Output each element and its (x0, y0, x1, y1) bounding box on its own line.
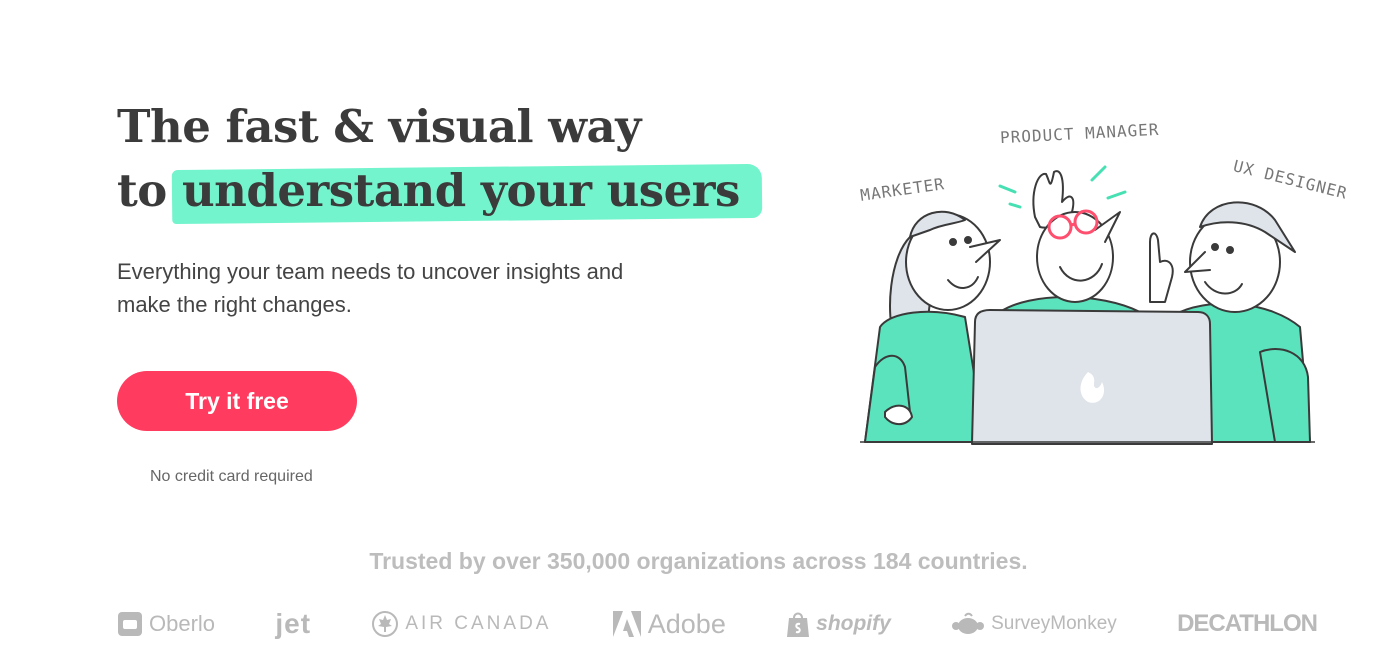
team-illustration: MARKETER PRODUCT MANAGER UX DESIGNER (850, 112, 1350, 452)
logo-adobe: Adobe (612, 609, 726, 640)
marketer-hand (884, 404, 913, 426)
designer-eye-2 (1226, 246, 1234, 254)
surveymonkey-icon (951, 612, 985, 636)
excite-line-4 (1106, 190, 1127, 200)
marketer-eye-1 (949, 238, 957, 246)
logo-surveymonkey: SurveyMonkey (951, 612, 1117, 636)
maple-leaf-icon (371, 610, 399, 638)
pm-glasses-bridge (1069, 222, 1077, 227)
no-credit-card-note: No credit card required (150, 468, 313, 485)
headline-line-2: to understand your users (117, 159, 797, 223)
logo-decathlon: DECATHLON (1177, 610, 1318, 638)
oberlo-icon (117, 611, 143, 637)
logo-shopify: shopify (786, 610, 891, 638)
surveymonkey-wordmark: SurveyMonkey (991, 613, 1117, 634)
shopify-bag-icon (786, 610, 810, 638)
logo-jet: jet (275, 608, 311, 640)
headline-line-1: The fast & visual way (117, 100, 641, 153)
marketer-eye-2 (964, 236, 972, 244)
adobe-wordmark: Adobe (647, 608, 726, 639)
hero-section: The fast & visual way to understand your… (117, 95, 797, 485)
air-canada-wordmark: AIR CANADA (405, 613, 552, 634)
landing-page: The fast & visual way to understand your… (0, 0, 1397, 663)
excite-line-3 (1090, 165, 1107, 182)
hero-headline: The fast & visual way to understand your… (117, 95, 797, 223)
shopify-wordmark: shopify (816, 612, 891, 635)
decathlon-wordmark: DECATHLON (1177, 610, 1318, 637)
excite-line-1 (998, 184, 1017, 194)
hero-subtitle: Everything your team needs to uncover in… (117, 259, 624, 317)
headline-highlight: understand your users (182, 159, 740, 223)
logo-oberlo: Oberlo (117, 611, 215, 637)
logo-air-canada: AIR CANADA (371, 610, 551, 638)
trusted-by-text: Trusted by over 350,000 organizations ac… (369, 548, 1028, 574)
excite-line-2 (1008, 202, 1022, 209)
adobe-icon (612, 610, 642, 638)
customer-logos: Oberlo jet AIR CANADA Adobe shopify Surv… (117, 604, 1318, 644)
oberlo-wordmark: Oberlo (149, 611, 216, 636)
jet-wordmark: jet (275, 608, 312, 639)
designer-eye-1 (1211, 243, 1219, 251)
pm-pointing-hand (1149, 232, 1174, 303)
try-it-free-button[interactable]: Try it free (117, 371, 357, 431)
